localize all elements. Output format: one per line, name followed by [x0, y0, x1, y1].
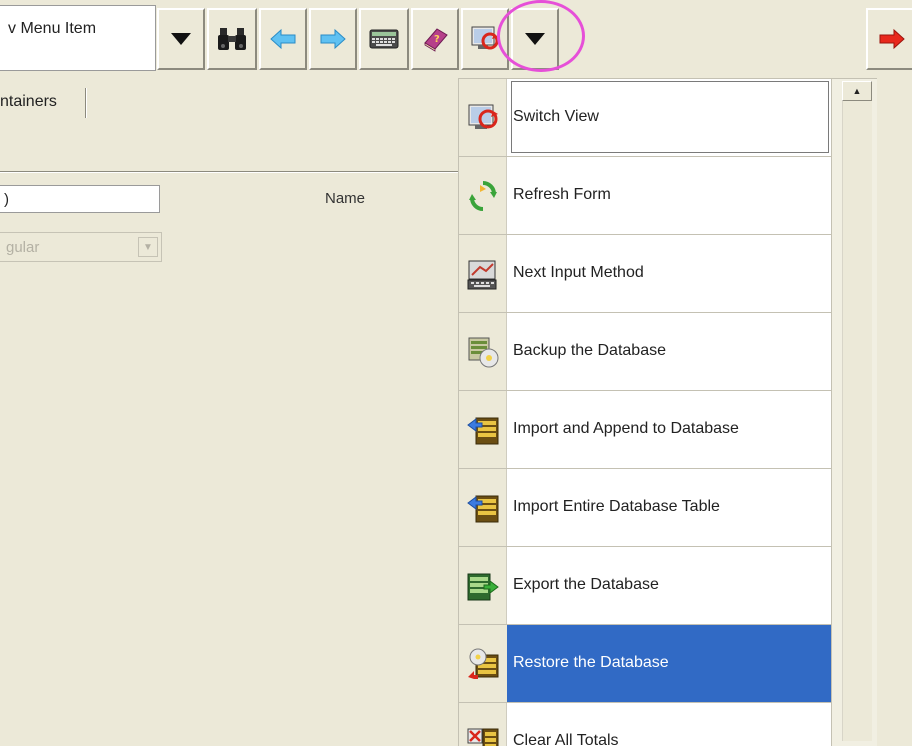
triangle-down-icon: [525, 33, 545, 45]
switch-view-button[interactable]: [461, 8, 509, 70]
menu-item-label: Import Entire Database Table: [513, 498, 720, 515]
menu-item-label: Clear All Totals: [513, 732, 619, 746]
menu-item-refresh-form[interactable]: Refresh Form: [459, 157, 831, 235]
forward-button[interactable]: [309, 8, 357, 70]
id-field[interactable]: ): [0, 185, 160, 213]
dropdown-arrow-button[interactable]: [157, 8, 205, 70]
menu-item-switch-view[interactable]: Switch View: [459, 79, 831, 157]
restore-database-icon: [468, 648, 499, 679]
keyboard-button[interactable]: [359, 8, 409, 70]
type-select: gular ▼: [0, 232, 162, 262]
tab-separator: [85, 88, 87, 118]
view-menu-dropdown-button[interactable]: [511, 8, 559, 70]
menu-item-label: Export the Database: [513, 576, 659, 593]
binoculars-icon: [218, 28, 246, 50]
backup-database-icon: [468, 337, 499, 368]
triangle-down-icon: [171, 33, 191, 45]
menu-item-label: Backup the Database: [513, 342, 666, 359]
help-book-button[interactable]: ?: [411, 8, 459, 70]
refresh-icon: [469, 181, 497, 211]
menu-item-label: Restore the Database: [513, 654, 669, 671]
menu-item-combo[interactable]: v Menu Item: [0, 5, 156, 71]
menu-item-label: Refresh Form: [513, 186, 611, 203]
find-button[interactable]: [207, 8, 257, 70]
menu-item-next-input-method[interactable]: Next Input Method: [459, 235, 831, 313]
arrow-left-icon: [270, 28, 296, 50]
tab-containers[interactable]: ntainers: [0, 93, 57, 111]
red-arrow-right-icon: [879, 28, 905, 50]
svg-text:?: ?: [434, 34, 440, 45]
type-select-value: gular: [6, 239, 40, 256]
back-button[interactable]: [259, 8, 307, 70]
input-method-icon: [467, 260, 497, 290]
next-record-button[interactable]: [866, 8, 912, 70]
menu-item-label: Next Input Method: [513, 264, 644, 281]
scroll-track[interactable]: [842, 101, 872, 741]
menu-item-import-table[interactable]: Import Entire Database Table: [459, 469, 831, 547]
id-field-value: ): [4, 191, 9, 208]
divider: [0, 171, 458, 173]
window-edge-panel: [876, 78, 912, 746]
switch-view-icon: [468, 104, 498, 129]
menu-item-export-database[interactable]: Export the Database: [459, 547, 831, 625]
name-label: Name: [325, 190, 366, 207]
menu-item-restore-database[interactable]: Restore the Database: [459, 625, 831, 703]
menu-item-label: Switch View: [513, 108, 599, 125]
scroll-up-button[interactable]: ▲: [842, 81, 872, 101]
menu-item-label: Import and Append to Database: [513, 420, 739, 437]
menu-item-clear-totals[interactable]: Clear All Totals: [459, 703, 831, 746]
menu-item-import-append[interactable]: Import and Append to Database: [459, 391, 831, 469]
export-database-icon: [467, 573, 499, 601]
import-table-icon: [467, 495, 499, 523]
switch-view-icon: [471, 26, 499, 50]
menu-item-backup-database[interactable]: Backup the Database: [459, 313, 831, 391]
book-icon: ?: [424, 28, 448, 52]
import-append-icon: [467, 417, 499, 445]
view-dropdown-menu: Switch View Refresh Form Next Input Meth…: [458, 78, 877, 746]
chevron-down-icon: ▼: [138, 237, 158, 257]
triangle-up-icon: ▲: [852, 86, 862, 96]
menu-scrollbar[interactable]: ▲: [831, 79, 877, 746]
keyboard-icon: [369, 29, 399, 49]
menu-item-combo-text: v Menu Item: [8, 20, 97, 37]
arrow-right-icon: [320, 28, 346, 50]
clear-totals-icon: [467, 728, 499, 746]
